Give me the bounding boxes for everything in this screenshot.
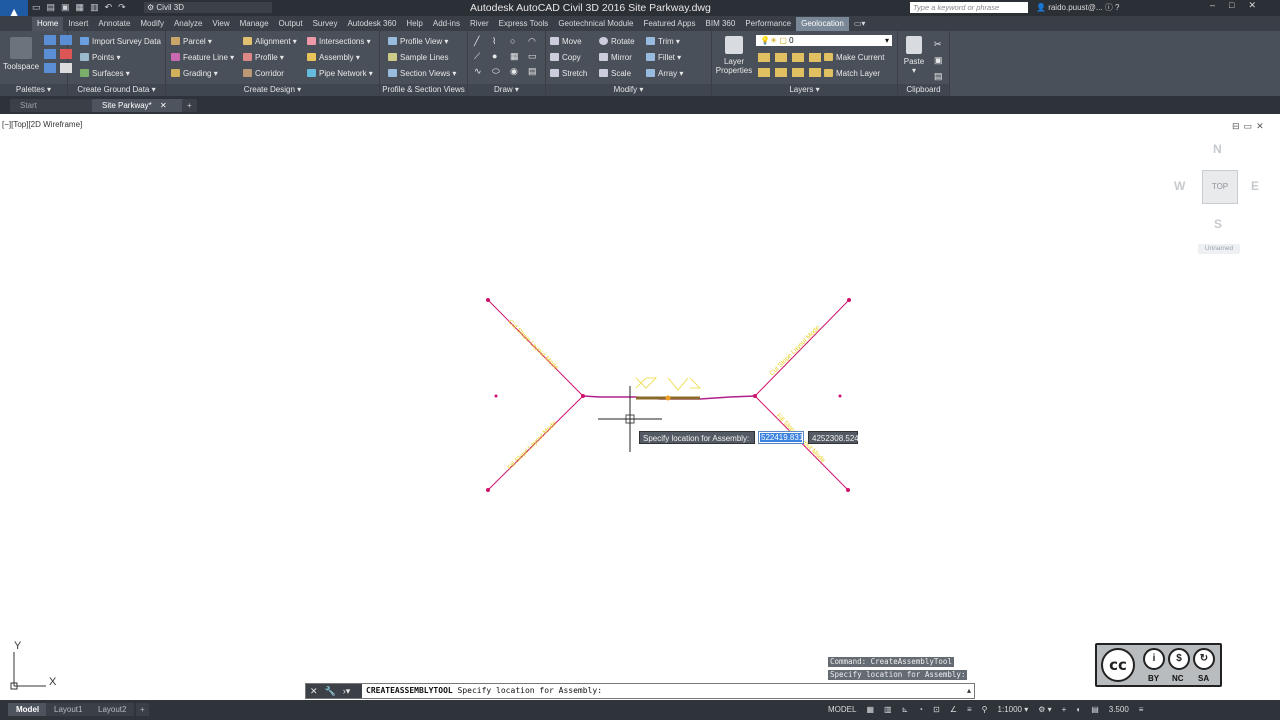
node — [486, 488, 490, 492]
sa-label: SA — [1198, 674, 1210, 683]
nc-label: NC — [1172, 674, 1184, 683]
insertion-point — [665, 395, 671, 401]
y-coordinate-input[interactable]: 4252308.524 — [808, 431, 859, 444]
settings-gear-icon[interactable]: ⚙ ▾ — [1038, 703, 1051, 716]
ucs-x-label: X — [49, 676, 57, 688]
command-prompt: Specify location for Assembly: — [452, 686, 603, 695]
command-name: CREATEASSEMBLYTOOL — [366, 686, 453, 695]
ucs-icon: Y X — [10, 640, 57, 690]
history-toggle-icon[interactable]: ▴ — [967, 684, 971, 698]
node — [753, 394, 757, 398]
otrack-icon[interactable]: ∠ — [950, 703, 957, 716]
cc-license-badge: cc i $ ↻ BY NC SA — [1095, 643, 1222, 687]
lineweight-icon[interactable]: ≡ — [967, 703, 972, 716]
ucs-y-label: Y — [14, 640, 22, 652]
dynamic-input-prompt: Specify location for Assembly: — [639, 431, 755, 444]
node — [846, 488, 850, 492]
drawing-canvas[interactable]: Cut Slope Layout Mode Cut Slope Layout M… — [0, 0, 1280, 720]
customize-icon[interactable]: 🔧 — [325, 684, 336, 698]
fill-slope-left-label: Fill Slope Layout Mode — [506, 419, 558, 471]
by-label: BY — [1148, 674, 1160, 683]
attribution-icon: i — [1143, 648, 1165, 670]
node — [838, 394, 842, 398]
command-history-line: Specify location for Assembly: — [828, 670, 968, 680]
plus-icon[interactable]: + — [1062, 703, 1067, 716]
isolate-icon[interactable]: ◐ — [1076, 703, 1081, 716]
cut-slope-right-label: Cut Slope Layout Mode — [768, 324, 821, 377]
status-tools: MODEL ▦ ▥ ⊾ ◔ ⊡ ∠ ≡ ⚲ 1:1000 ▾ ⚙ ▾ + ◐ ▤… — [828, 703, 1143, 716]
hardware-icon[interactable]: ▤ — [1091, 703, 1099, 716]
x-coordinate-input[interactable]: 522419.831 — [758, 431, 804, 444]
command-line-icons: ✕ 🔧 ›▾ — [306, 684, 362, 698]
assembly-drawing: Cut Slope Layout Mode Cut Slope Layout M… — [486, 298, 851, 492]
plus-icon: + — [140, 705, 145, 714]
command-prompt-text[interactable]: CREATEASSEMBLYTOOL Specify location for … — [366, 684, 602, 698]
cc-logo-icon: cc — [1101, 648, 1135, 682]
model-space-toggle[interactable]: MODEL — [828, 703, 856, 716]
marker-center — [667, 377, 689, 391]
sharealike-icon: ↻ — [1193, 648, 1215, 670]
marker-left — [635, 377, 658, 389]
command-history-line: Command: CreateAssemblyTool — [828, 657, 954, 667]
command-line[interactable]: ✕ 🔧 ›▾ CREATEASSEMBLYTOOL Specify locati… — [305, 683, 975, 699]
polar-icon[interactable]: ◔ — [918, 703, 923, 716]
grid-icon[interactable]: ▦ — [866, 703, 874, 716]
add-layout-button[interactable]: + — [136, 703, 149, 716]
cut-slope-left-label: Cut Slope Layout Mode — [507, 318, 560, 371]
osnap-icon[interactable]: ⊡ — [933, 703, 940, 716]
annotation-scale[interactable]: 1:1000 ▾ — [998, 703, 1029, 716]
status-bar: Model Layout1 Layout2 + MODEL ▦ ▥ ⊾ ◔ ⊡ … — [0, 700, 1280, 720]
lineweight-value[interactable]: 3.500 — [1109, 703, 1129, 716]
recent-commands-icon[interactable]: ›▾ — [343, 684, 351, 698]
layout-tab-layout2[interactable]: Layout2 — [90, 703, 135, 716]
node — [486, 298, 490, 302]
annotation-icon[interactable]: ⚲ — [982, 703, 988, 716]
customize-icon[interactable]: ≡ — [1139, 703, 1144, 716]
layout-tab-layout1[interactable]: Layout1 — [46, 703, 91, 716]
ortho-icon[interactable]: ⊾ — [902, 703, 909, 716]
marker-right — [689, 377, 702, 389]
layout-tab-model[interactable]: Model — [8, 703, 48, 716]
close-icon[interactable]: ✕ — [310, 684, 318, 698]
node — [494, 394, 498, 398]
noncommercial-icon: $ — [1168, 648, 1190, 670]
snap-icon[interactable]: ▥ — [884, 703, 892, 716]
node — [581, 394, 585, 398]
x-coordinate-value: 522419.831 — [760, 433, 804, 442]
node — [847, 298, 851, 302]
